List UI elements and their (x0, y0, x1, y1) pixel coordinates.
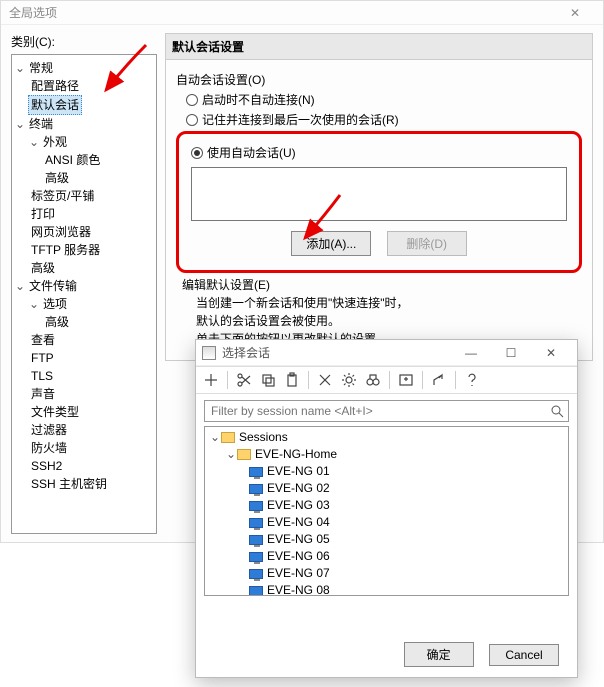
session-icon (249, 569, 263, 579)
session-item[interactable]: EVE-NG 02 (267, 480, 330, 497)
session-item[interactable]: EVE-NG 05 (267, 531, 330, 548)
gear-icon[interactable] (338, 369, 360, 391)
chevron-down-icon[interactable]: ⌄ (14, 115, 26, 133)
radio-auto-session-label[interactable]: 使用自动会话(U) (207, 146, 296, 160)
edit-desc-2: 默认的会话设置会被使用。 (196, 313, 576, 329)
copy-icon[interactable] (257, 369, 279, 391)
tree-advanced[interactable]: 高级 (42, 169, 72, 187)
clipboard-icon[interactable] (281, 369, 303, 391)
tree-general[interactable]: 常规 (26, 59, 56, 77)
toolbar (196, 366, 577, 394)
tree-default-session[interactable]: 默认会话 (28, 95, 82, 115)
category-label: 类别(C): (11, 33, 157, 50)
tree-ansi[interactable]: ANSI 颜色 (42, 151, 103, 169)
edit-desc-1: 当创建一个新会话和使用"快速连接"时， (196, 295, 576, 311)
delete-button[interactable]: 删除(D) (387, 231, 467, 256)
session-icon (249, 467, 263, 477)
minimize-icon[interactable]: — (451, 346, 491, 360)
tree-firewall[interactable]: 防火墙 (28, 439, 70, 457)
tree-folder[interactable]: EVE-NG-Home (255, 446, 337, 463)
tree-ssh2[interactable]: SSH2 (28, 457, 65, 475)
tree-ftp[interactable]: FTP (28, 349, 57, 367)
new-window-icon[interactable] (395, 369, 417, 391)
radio-no-connect[interactable] (186, 94, 198, 106)
cancel-button[interactable]: Cancel (489, 644, 559, 666)
radio-no-connect-label[interactable]: 启动时不自动连接(N) (202, 93, 315, 107)
tree-view[interactable]: 查看 (28, 331, 58, 349)
scissors-icon[interactable] (233, 369, 255, 391)
folder-icon (221, 432, 235, 443)
panel-heading: 默认会话设置 (165, 33, 593, 59)
select-session-dialog: 选择会话 — ☐ ✕ ⌄Sessions⌄EVE-NG-HomeEVE-NG 0… (195, 339, 578, 678)
tree-appearance[interactable]: 外观 (40, 133, 70, 151)
session-item[interactable]: EVE-NG 03 (267, 497, 330, 514)
sub-titlebar: 选择会话 — ☐ ✕ (196, 340, 577, 366)
tree-advanced[interactable]: 高级 (28, 259, 58, 277)
chevron-down-icon[interactable]: ⌄ (14, 59, 26, 77)
radio-remember-last[interactable] (186, 114, 198, 126)
tree-sound[interactable]: 声音 (28, 385, 58, 403)
add-button[interactable]: 添加(A)... (291, 231, 371, 256)
tree-config-path[interactable]: 配置路径 (28, 77, 82, 95)
chevron-down-icon[interactable]: ⌄ (225, 446, 237, 463)
tree-root[interactable]: Sessions (239, 429, 288, 446)
chevron-down-icon[interactable]: ⌄ (28, 295, 40, 313)
sub-title: 选择会话 (222, 344, 270, 361)
session-icon (249, 518, 263, 528)
chevron-down-icon[interactable]: ⌄ (28, 133, 40, 151)
tree-tftp[interactable]: TFTP 服务器 (28, 241, 103, 259)
close-icon[interactable]: ✕ (531, 346, 571, 360)
session-item[interactable]: EVE-NG 01 (267, 463, 330, 480)
category-column: 类别(C): ⌄常规 配置路径 默认会话 ⌄终端 ⌄外观 ANSI 颜色 高级 … (1, 25, 161, 542)
folder-icon (237, 449, 251, 460)
x-icon[interactable] (314, 369, 336, 391)
chevron-down-icon[interactable]: ⌄ (14, 277, 26, 295)
tree-advanced[interactable]: 高级 (42, 313, 72, 331)
maximize-icon[interactable]: ☐ (491, 346, 531, 360)
session-icon (249, 552, 263, 562)
radio-remember-last-label[interactable]: 记住并连接到最后一次使用的会话(R) (202, 113, 399, 127)
session-icon (249, 484, 263, 494)
category-tree[interactable]: ⌄常规 配置路径 默认会话 ⌄终端 ⌄外观 ANSI 颜色 高级 标签页/平铺 … (11, 54, 157, 534)
auto-session-label: 自动会话设置(O) (176, 71, 582, 88)
filter-input[interactable] (204, 400, 569, 422)
dialog-title: 全局选项 (9, 1, 57, 24)
app-icon (202, 346, 216, 360)
tree-tls[interactable]: TLS (28, 367, 56, 385)
tree-terminal[interactable]: 终端 (26, 115, 56, 133)
dialog-titlebar: 全局选项 ✕ (1, 1, 603, 25)
tree-sshhost[interactable]: SSH 主机密钥 (28, 475, 110, 493)
auto-session-list[interactable] (191, 167, 567, 221)
radio-auto-session[interactable] (191, 147, 203, 159)
edit-default-label: 编辑默认设置(E) (182, 276, 576, 293)
tree-options[interactable]: 选项 (40, 295, 70, 313)
highlight-box: 使用自动会话(U) 添加(A)... 删除(D) (176, 131, 582, 273)
session-item[interactable]: EVE-NG 06 (267, 548, 330, 565)
tree-filter[interactable]: 过滤器 (28, 421, 70, 439)
tree-file-transfer[interactable]: 文件传输 (26, 277, 80, 295)
session-icon (249, 586, 263, 596)
share-icon[interactable] (428, 369, 450, 391)
chevron-down-icon[interactable]: ⌄ (209, 429, 221, 446)
session-item[interactable]: EVE-NG 07 (267, 565, 330, 582)
session-icon (249, 535, 263, 545)
session-icon (249, 501, 263, 511)
ok-button[interactable]: 确定 (404, 642, 474, 667)
tree-tabs[interactable]: 标签页/平铺 (28, 187, 97, 205)
help-icon[interactable] (461, 369, 483, 391)
close-icon[interactable]: ✕ (555, 1, 595, 24)
tree-filetypes[interactable]: 文件类型 (28, 403, 82, 421)
session-item[interactable]: EVE-NG 04 (267, 514, 330, 531)
tree-print[interactable]: 打印 (28, 205, 58, 223)
session-tree[interactable]: ⌄Sessions⌄EVE-NG-HomeEVE-NG 01EVE-NG 02E… (204, 426, 569, 596)
tree-web[interactable]: 网页浏览器 (28, 223, 94, 241)
session-item[interactable]: EVE-NG 08 (267, 582, 330, 596)
plus-icon[interactable] (200, 369, 222, 391)
binoculars-icon[interactable] (362, 369, 384, 391)
search-icon[interactable] (549, 403, 565, 422)
filter-row (204, 400, 569, 422)
